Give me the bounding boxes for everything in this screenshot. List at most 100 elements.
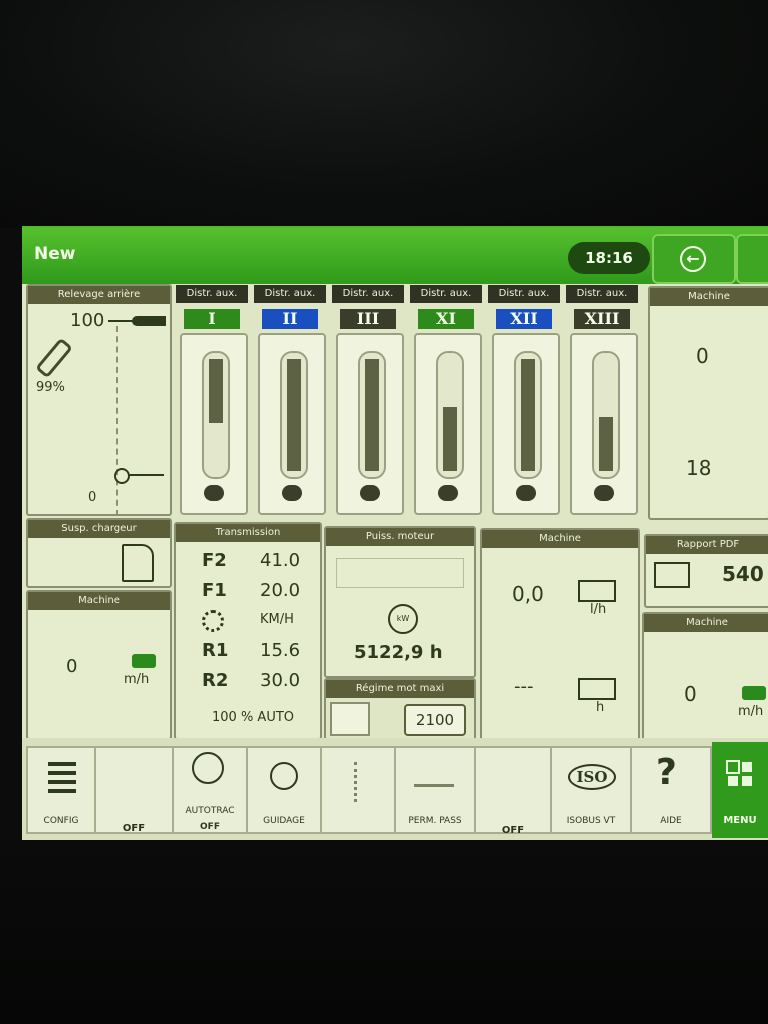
aux-flow-gauge <box>514 351 542 479</box>
fuel-timer-icon <box>578 678 616 700</box>
header-bar: New 18:16 ← <box>22 228 768 284</box>
help-button[interactable]: ? AIDE <box>630 746 712 834</box>
aux-numeral: XII <box>496 309 552 329</box>
speed-unit: KM/H <box>260 612 294 627</box>
footer-2-state: OFF <box>122 823 146 834</box>
footer-button-5[interactable] <box>320 746 396 834</box>
pto-title: Rapport PDF <box>646 536 768 554</box>
aux-fill <box>443 407 457 471</box>
guidance-label: GUIDAGE <box>263 816 305 826</box>
machine-right-unit: m/h <box>738 704 764 719</box>
fuel-rate-unit: l/h <box>590 602 607 617</box>
perm-pass-button[interactable]: PERM. PASS <box>394 746 476 834</box>
max-engine-speed-panel[interactable]: Régime mot maxi 2100 <box>324 678 476 742</box>
lock-icon <box>438 485 458 501</box>
aux-numeral: II <box>262 309 318 329</box>
hitch-bottom-value: 0 <box>88 490 97 505</box>
machine-speed-panel[interactable]: Machine 0 m/h <box>26 590 172 740</box>
engine-speed-icon[interactable] <box>330 702 370 736</box>
pto-icon <box>654 562 690 588</box>
menu-label: MENU <box>723 815 757 826</box>
tractor-icon <box>742 686 766 700</box>
transmission-panel[interactable]: Transmission F2 41.0 F1 20.0 KM/H R1 15.… <box>174 522 322 740</box>
aux-valve-2[interactable]: Distr. aux. II <box>254 285 326 515</box>
aux-flow-gauge <box>280 351 308 479</box>
aux-valve-13[interactable]: Distr. aux. XIII <box>566 285 638 515</box>
rear-hitch-title: Relevage arrière <box>28 286 170 304</box>
config-button[interactable]: CONFIG <box>26 746 96 834</box>
gear-icon <box>202 610 224 632</box>
fuel-rate-value: 0,0 <box>512 582 544 606</box>
max-engine-value[interactable]: 2100 <box>404 704 466 736</box>
hitch-arm-icon <box>35 337 73 379</box>
loader-susp-title: Susp. chargeur <box>28 520 170 538</box>
rear-hitch-panel[interactable]: Relevage arrière 100 99% 0 <box>26 284 172 516</box>
loader-suspension-panel[interactable]: Susp. chargeur <box>26 518 172 588</box>
aux-valve-1[interactable]: Distr. aux. I <box>176 285 248 515</box>
gear-r1-label: R1 <box>202 640 229 661</box>
aux-fill <box>599 417 613 471</box>
aux-card <box>492 333 560 515</box>
machine-fuel-panel[interactable]: Machine 0,0 l/h --- h <box>480 528 640 742</box>
menu-button[interactable]: MENU <box>712 742 768 838</box>
aux-valve-3[interactable]: Distr. aux. III <box>332 285 404 515</box>
list-icon <box>48 762 76 766</box>
next-header-button[interactable] <box>736 234 768 284</box>
aux-flow-gauge <box>592 351 620 479</box>
machine-speed-value: 0 <box>66 656 78 677</box>
machine-right-panel[interactable]: Machine 0 m/h <box>642 612 768 746</box>
gear-r2-value: 30.0 <box>260 670 301 691</box>
aux-numeral: XIII <box>574 309 630 329</box>
back-button[interactable]: ← <box>652 234 736 284</box>
machine-speed-unit: m/h <box>124 672 150 687</box>
aux-fill <box>209 359 223 423</box>
autotrac-label: AUTOTRAC <box>185 806 235 816</box>
machine-top-value1: 0 <box>696 344 709 368</box>
device-bezel-bottom <box>0 840 768 1024</box>
display-screen: New 18:16 ← Relevage arrière 100 99% 0 D… <box>22 226 768 840</box>
guidance-button[interactable]: GUIDAGE <box>246 746 322 834</box>
machine-right-value: 0 <box>684 682 697 706</box>
power-bar <box>336 558 464 588</box>
aux-fill <box>287 359 301 471</box>
max-engine-title: Régime mot maxi <box>326 680 474 698</box>
machine-top-panel[interactable]: Machine 0 18 <box>648 286 768 520</box>
gear-r2-label: R2 <box>202 670 229 691</box>
aux-numeral: III <box>340 309 396 329</box>
engine-hours: 5122,9 h <box>354 642 443 663</box>
machine-right-title: Machine <box>644 614 768 632</box>
hitch-control-icon <box>354 762 361 802</box>
aux-label: Distr. aux. <box>410 285 482 303</box>
aux-card <box>336 333 404 515</box>
autotrac-button[interactable]: AUTOTRAC OFF <box>172 746 248 834</box>
aux-flow-gauge <box>436 351 464 479</box>
footer-button-7[interactable]: OFF <box>474 746 552 836</box>
aux-card <box>570 333 638 515</box>
pass-icon <box>414 768 454 787</box>
aux-label: Distr. aux. <box>488 285 560 303</box>
compass-icon <box>270 762 298 790</box>
hitch-top-line <box>108 320 134 322</box>
gear-r1-value: 15.6 <box>260 640 301 661</box>
isobus-vt-button[interactable]: ISO ISOBUS VT <box>550 746 632 834</box>
aux-fill <box>521 359 535 471</box>
aux-card <box>180 333 248 515</box>
aux-valve-11[interactable]: Distr. aux. XI <box>410 285 482 515</box>
engine-power-panel[interactable]: Puiss. moteur kW 5122,9 h <box>324 526 476 678</box>
aux-valve-12[interactable]: Distr. aux. XII <box>488 285 560 515</box>
kw-icon: kW <box>388 604 418 634</box>
aux-card <box>414 333 482 515</box>
pto-panel[interactable]: Rapport PDF 540 <box>644 534 768 608</box>
gear-f1-value: 20.0 <box>260 580 301 601</box>
lock-icon <box>594 485 614 501</box>
gear-f2-label: F2 <box>202 550 227 571</box>
back-arrow-icon: ← <box>680 246 706 272</box>
hitch-percent: 99% <box>36 380 65 395</box>
page-title: New <box>34 244 76 264</box>
transmission-auto: 100 % AUTO <box>212 710 295 725</box>
aux-flow-gauge <box>358 351 386 479</box>
footer-7-state: OFF <box>501 825 525 836</box>
footer-button-2[interactable]: OFF <box>94 746 174 834</box>
hitch-position-pointer-icon <box>132 316 166 326</box>
aux-label: Distr. aux. <box>332 285 404 303</box>
